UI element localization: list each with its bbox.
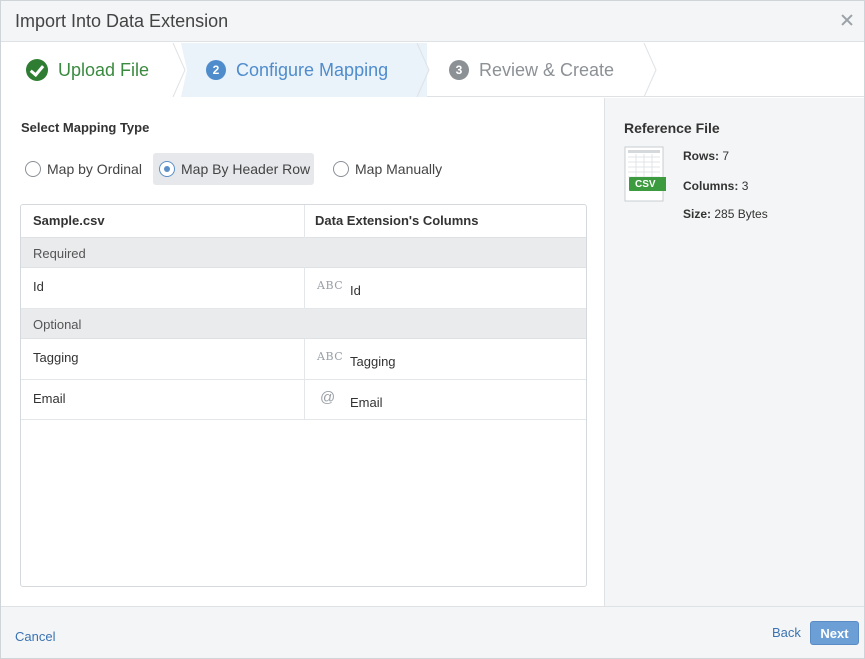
- import-dialog: Import Into Data Extension Upload File 2…: [0, 0, 865, 659]
- table-row: Id ABC Id: [21, 268, 586, 309]
- target-column[interactable]: Id: [350, 283, 361, 298]
- radio-map-by-ordinal[interactable]: Map by Ordinal: [21, 153, 146, 185]
- source-field: Tagging: [33, 350, 79, 365]
- step-upload-file[interactable]: Upload File: [1, 43, 186, 97]
- column-divider: [304, 205, 305, 238]
- radio-map-manually[interactable]: Map Manually: [329, 153, 446, 185]
- table-row: Tagging ABC Tagging: [21, 339, 586, 380]
- column-header-source: Sample.csv: [33, 213, 105, 228]
- email-type-icon: @: [320, 389, 336, 406]
- column-divider: [304, 380, 305, 420]
- columns-info: Columns: 3: [683, 179, 749, 193]
- group-header-optional: Optional: [21, 309, 586, 339]
- column-divider: [304, 339, 305, 379]
- column-header-target: Data Extension's Columns: [315, 213, 479, 228]
- radio-label: Map By Header Row: [181, 161, 311, 177]
- radio-checked-icon: [159, 161, 175, 177]
- target-column[interactable]: Email: [350, 395, 383, 410]
- csv-file-icon: csv: [624, 146, 670, 202]
- step-configure-mapping[interactable]: 2 Configure Mapping: [181, 43, 427, 97]
- step-number-badge: 2: [206, 60, 226, 80]
- source-field: Email: [33, 391, 66, 406]
- dialog-title: Import Into Data Extension: [15, 11, 229, 31]
- step-label: Review & Create: [479, 59, 615, 80]
- mapping-type-heading: Select Mapping Type: [21, 120, 150, 135]
- radio-map-by-header-row[interactable]: Map By Header Row: [153, 153, 315, 185]
- reference-file-heading: Reference File: [624, 120, 720, 136]
- check-circle-icon: [26, 59, 48, 81]
- group-header-required: Required: [21, 238, 586, 268]
- radio-label: Map Manually: [355, 161, 443, 177]
- step-separator-icon: [642, 43, 658, 97]
- reference-file-panel: Reference File csv Rows: 7: [604, 98, 864, 606]
- step-label: Configure Mapping: [236, 59, 389, 80]
- target-column[interactable]: Tagging: [350, 354, 396, 369]
- radio-unchecked-icon: [333, 161, 349, 177]
- step-separator-icon: [171, 43, 187, 97]
- column-divider: [304, 268, 305, 308]
- next-button[interactable]: Next: [810, 621, 859, 645]
- back-link[interactable]: Back: [772, 625, 801, 640]
- rows-info: Rows: 7: [683, 149, 730, 163]
- table-header: Sample.csv Data Extension's Columns: [21, 205, 586, 238]
- step-separator-icon: [415, 43, 431, 97]
- radio-unchecked-icon: [25, 161, 41, 177]
- step-review-create[interactable]: 3 Review & Create: [429, 43, 657, 97]
- cancel-link[interactable]: Cancel: [15, 629, 55, 644]
- text-type-icon: ABC: [317, 279, 344, 292]
- step-number-badge: 3: [449, 60, 469, 80]
- close-icon[interactable]: [840, 13, 854, 27]
- mapping-content: Select Mapping Type Map by Ordinal Map B…: [1, 98, 604, 606]
- size-info: Size: 285 Bytes: [683, 207, 768, 221]
- step-label: Upload File: [58, 59, 150, 80]
- wizard-steps: Upload File 2 Configure Mapping 3 Review…: [1, 43, 864, 97]
- table-row: Email @ Email: [21, 380, 586, 420]
- text-type-icon: ABC: [317, 350, 344, 363]
- radio-label: Map by Ordinal: [47, 161, 142, 177]
- dialog-footer: Cancel Back Next: [1, 606, 864, 658]
- source-field: Id: [33, 279, 44, 294]
- mapping-type-options: Map by Ordinal Map By Header Row Map Man…: [21, 153, 581, 185]
- mapping-table: Sample.csv Data Extension's Columns Requ…: [20, 204, 587, 587]
- dialog-title-bar: Import Into Data Extension: [1, 1, 864, 42]
- file-type-badge: csv: [635, 179, 656, 190]
